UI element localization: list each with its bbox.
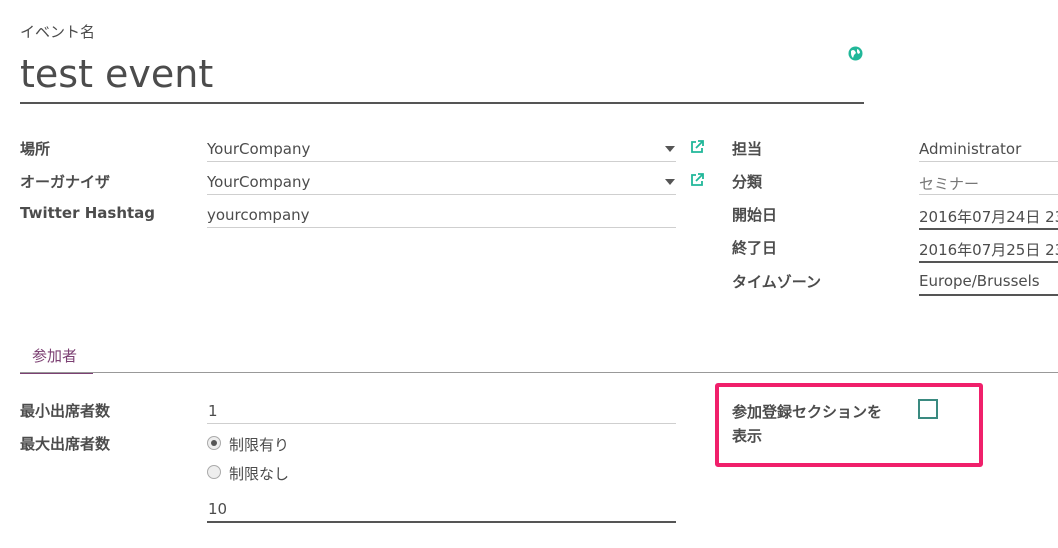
responsible-value: Administrator — [919, 140, 1022, 158]
max-attendees-value: 10 — [208, 500, 228, 518]
max-attendees-input[interactable]: 10 — [207, 497, 676, 523]
event-name-field[interactable]: test event — [20, 50, 864, 104]
organizer-value: YourCompany — [207, 173, 311, 191]
twitter-hashtag-value: yourcompany — [207, 206, 310, 224]
unlimited-radio[interactable] — [207, 465, 221, 479]
limited-radio-option[interactable]: 制限有り — [207, 435, 307, 454]
tab-attendees[interactable]: 参加者 — [20, 343, 93, 374]
unlimited-radio-label: 制限なし — [229, 465, 290, 483]
max-attendees-label: 最大出席者数 — [20, 435, 111, 453]
responsible-field[interactable]: Administrator — [919, 136, 1058, 162]
location-value: YourCompany — [207, 140, 311, 158]
min-attendees-value: 1 — [208, 402, 218, 420]
end-date-label: 終了日 — [732, 239, 778, 257]
limited-radio-label: 制限有り — [229, 436, 290, 454]
location-select[interactable]: YourCompany — [207, 136, 676, 162]
unlimited-radio-option[interactable]: 制限なし — [207, 464, 307, 483]
category-label: 分類 — [732, 173, 763, 191]
organizer-select[interactable]: YourCompany — [207, 169, 676, 195]
show-registration-label: 参加登録セクションを 表示 — [732, 400, 882, 448]
location-label: 場所 — [20, 140, 51, 158]
show-registration-label-line2: 表示 — [732, 427, 763, 445]
globe-icon[interactable] — [848, 46, 863, 61]
min-attendees-label: 最小出席者数 — [20, 402, 111, 420]
timezone-select[interactable]: Europe/Brussels — [919, 268, 1058, 296]
end-date-value: 2016年07月25日 23 — [919, 241, 1058, 259]
limited-radio[interactable] — [207, 436, 221, 450]
event-name-label: イベント名 — [20, 23, 96, 41]
show-registration-label-line1: 参加登録セクションを — [732, 403, 883, 421]
min-attendees-input[interactable]: 1 — [207, 398, 676, 424]
start-date-value: 2016年07月24日 23 — [919, 208, 1058, 226]
organizer-label: オーガナイザ — [20, 173, 111, 191]
twitter-hashtag-input[interactable]: yourcompany — [207, 202, 676, 228]
twitter-hashtag-label: Twitter Hashtag — [20, 204, 156, 222]
tab-divider — [20, 372, 1058, 373]
timezone-label: タイムゾーン — [732, 273, 821, 291]
external-link-icon[interactable] — [689, 139, 707, 157]
event-name-value: test event — [20, 52, 214, 96]
category-field[interactable]: セミナー — [919, 169, 1058, 195]
chevron-down-icon[interactable] — [665, 179, 675, 185]
external-link-icon[interactable] — [689, 172, 707, 190]
end-date-field[interactable]: 2016年07月25日 23 — [919, 235, 1058, 263]
category-value: セミナー — [919, 175, 980, 193]
timezone-value: Europe/Brussels — [919, 272, 1040, 290]
responsible-label: 担当 — [732, 140, 763, 158]
tab-attendees-label: 参加者 — [32, 347, 78, 365]
chevron-down-icon[interactable] — [665, 146, 675, 152]
start-date-field[interactable]: 2016年07月24日 23 — [919, 202, 1058, 230]
show-registration-checkbox[interactable] — [918, 399, 938, 419]
start-date-label: 開始日 — [732, 206, 778, 224]
